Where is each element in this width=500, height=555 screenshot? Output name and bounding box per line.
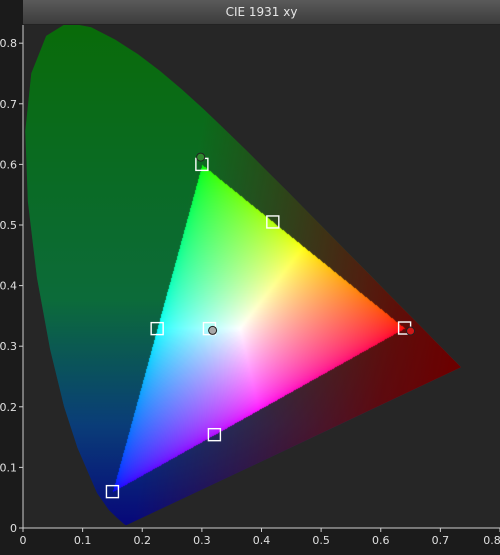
cie-chart: CIE 1931 xy 0 0.1 0.2 0.3 0.4 0.5 0.6 0.7 0.8 0 0.…: [0, 0, 500, 551]
y-tick-label: 0.5: [0, 219, 17, 232]
x-tick-label: 0.5: [312, 534, 330, 547]
x-tick-label: 0: [20, 534, 27, 547]
gamut-triangle-fill: [0, 0, 500, 551]
y-tick-label: 0.2: [0, 401, 17, 414]
x-tick-label: 0.3: [193, 534, 211, 547]
chart-plot: 0 0.1 0.2 0.3 0.4 0.5 0.6 0.7 0.8 0 0.1 0.2 0.3 0.4 0.…: [0, 0, 500, 551]
y-tick-label: 0.4: [0, 280, 17, 293]
x-tick-label: 0.8: [483, 534, 500, 547]
x-tick-label: 0.6: [372, 534, 390, 547]
measured-point: [196, 152, 206, 162]
y-tick-label: 0.7: [0, 98, 17, 111]
y-tick-label: 0.3: [0, 340, 17, 353]
measured-point: [406, 326, 416, 336]
y-tick-label: 0.8: [0, 37, 17, 50]
y-tick-label: 0.6: [0, 158, 17, 171]
x-tick-label: 0.1: [74, 534, 92, 547]
x-tick-label: 0.4: [253, 534, 271, 547]
y-tick-label: 0.1: [0, 461, 17, 474]
x-tick-label: 0.2: [134, 534, 152, 547]
measured-point: [208, 325, 218, 335]
y-tick-label: 0: [10, 522, 17, 535]
chart-title: CIE 1931 xy: [23, 0, 500, 25]
x-tick-label: 0.7: [432, 534, 450, 547]
